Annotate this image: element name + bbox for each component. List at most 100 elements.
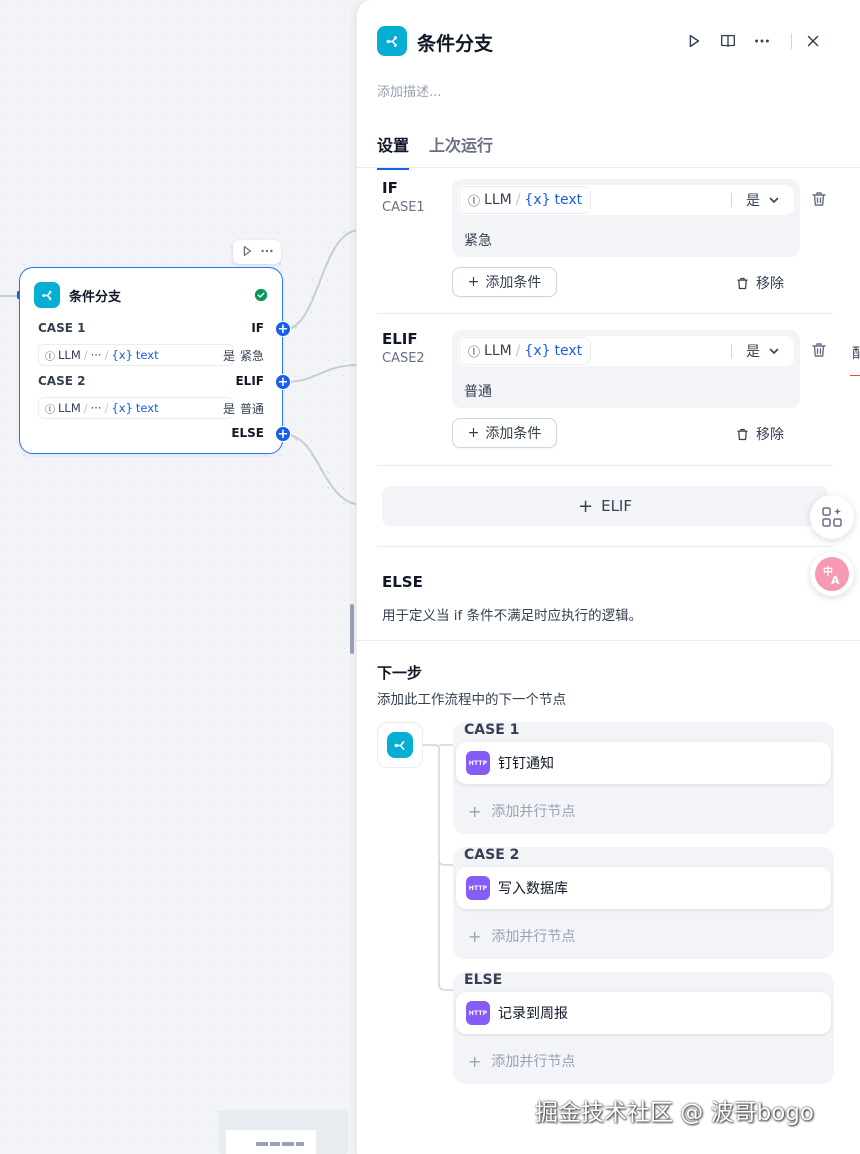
variable-icon: {x} bbox=[111, 348, 133, 362]
next-step-description: 添加此工作流程中的下一个节点 bbox=[377, 692, 566, 708]
add-parallel-node-button[interactable]: + 添加并行节点 bbox=[456, 792, 831, 830]
trash-icon[interactable] bbox=[810, 190, 828, 208]
variable-icon: {x} bbox=[111, 401, 133, 415]
path-separator: / bbox=[104, 401, 109, 415]
else-output-handle[interactable]: + bbox=[275, 426, 291, 442]
add-condition-button[interactable]: + 添加条件 bbox=[452, 267, 557, 297]
section-divider bbox=[377, 313, 833, 314]
cut-off-line bbox=[850, 375, 860, 376]
variable-icon: {x} bbox=[524, 343, 551, 359]
if-else-node[interactable]: 条件分支 CASE 1 IF ⓛ LLM / ··· / {x} text 是 … bbox=[19, 267, 291, 454]
play-icon[interactable] bbox=[240, 243, 254, 262]
next-step-title: 下一步 bbox=[377, 664, 423, 682]
next-node-item[interactable]: HTTP 写入数据库 bbox=[456, 867, 831, 909]
branch-icon bbox=[387, 732, 413, 758]
branch-label: CASE 1 bbox=[464, 722, 520, 738]
variable-selector[interactable]: ⓛ LLM / {x} text bbox=[460, 338, 591, 364]
condition-value-input[interactable]: 紧急 bbox=[464, 230, 492, 250]
plus-icon: + bbox=[468, 926, 482, 946]
section-divider bbox=[357, 640, 860, 641]
node-case-tag: ELIF bbox=[235, 374, 264, 388]
path-separator: / bbox=[104, 348, 109, 362]
remove-label: 移除 bbox=[756, 427, 784, 443]
add-parallel-label: 添加并行节点 bbox=[491, 929, 576, 945]
trash-icon[interactable] bbox=[810, 341, 828, 359]
condition-row: ⓛ LLM / {x} text 是 bbox=[458, 185, 794, 215]
add-condition-button[interactable]: + 添加条件 bbox=[452, 418, 557, 448]
description-input[interactable]: 添加描述... bbox=[377, 81, 441, 100]
variable-icon: {x} bbox=[524, 192, 551, 208]
node-title: 条件分支 bbox=[69, 289, 122, 305]
remove-case-button[interactable]: 移除 bbox=[735, 424, 784, 444]
http-icon: HTTP bbox=[466, 751, 490, 775]
condition-value-input[interactable]: 普通 bbox=[464, 381, 492, 401]
variable-selector[interactable]: ⓛ LLM / {x} text bbox=[460, 187, 591, 213]
translate-button[interactable]: 中 A bbox=[810, 552, 854, 596]
if-output-handle[interactable]: + bbox=[275, 321, 291, 337]
operator-select[interactable]: 是 bbox=[732, 341, 794, 361]
llm-icon: ⓛ bbox=[45, 404, 55, 416]
case-sub-label: CASE2 bbox=[382, 351, 425, 366]
book-icon[interactable] bbox=[711, 30, 745, 52]
more-icon[interactable] bbox=[745, 30, 779, 52]
minimap[interactable] bbox=[218, 1110, 348, 1154]
plus-icon: + bbox=[467, 425, 480, 441]
section-divider bbox=[377, 546, 833, 547]
header-divider bbox=[791, 33, 792, 49]
branch-case-1: CASE 1 HTTP 钉钉通知 + 添加并行节点 bbox=[453, 722, 834, 834]
operator-select[interactable]: 是 bbox=[732, 190, 794, 210]
apps-sparkle-button[interactable] bbox=[810, 495, 854, 539]
branch-icon bbox=[34, 282, 60, 308]
remove-case-button[interactable]: 移除 bbox=[735, 273, 784, 293]
close-icon[interactable] bbox=[796, 30, 830, 52]
panel-title[interactable]: 条件分支 bbox=[417, 29, 493, 56]
add-elif-button[interactable]: + ELIF bbox=[382, 486, 828, 526]
add-condition-label: 添加条件 bbox=[485, 426, 542, 442]
next-node-item[interactable]: HTTP 记录到周报 bbox=[456, 992, 831, 1034]
node-else-tag: ELSE bbox=[231, 426, 264, 440]
panel-actions bbox=[677, 30, 830, 52]
tab-settings[interactable]: 设置 bbox=[377, 132, 410, 170]
add-parallel-node-button[interactable]: + 添加并行节点 bbox=[456, 1042, 831, 1080]
panel-resize-handle[interactable] bbox=[350, 604, 354, 654]
add-parallel-label: 添加并行节点 bbox=[491, 804, 576, 820]
next-node-item[interactable]: HTTP 钉钉通知 bbox=[456, 742, 831, 784]
apps-sparkle-icon bbox=[822, 507, 842, 527]
condition-operator: 是 bbox=[222, 402, 235, 416]
add-parallel-node-button[interactable]: + 添加并行节点 bbox=[456, 917, 831, 955]
tab-last-run[interactable]: 上次运行 bbox=[429, 132, 493, 170]
case-keyword: IF bbox=[382, 179, 398, 197]
path-separator: / bbox=[83, 348, 88, 362]
elif-output-handle[interactable]: + bbox=[275, 374, 291, 390]
success-check-icon bbox=[254, 288, 268, 302]
node-header: 条件分支 bbox=[34, 282, 268, 308]
node-condition: ⓛ LLM / ··· / {x} text bbox=[38, 397, 234, 419]
condition-box: ⓛ LLM / {x} text 是 普通 bbox=[452, 330, 800, 408]
add-condition-label: 添加条件 bbox=[485, 275, 542, 291]
next-node-name: 写入数据库 bbox=[498, 881, 568, 897]
operator-label: 是 bbox=[746, 193, 760, 209]
condition-box: ⓛ LLM / {x} text 是 紧急 bbox=[452, 179, 800, 257]
node-condition-value: 是 普通 bbox=[223, 400, 264, 417]
condition-var-name: text bbox=[554, 343, 583, 359]
operator-label: 是 bbox=[746, 344, 760, 360]
llm-icon: ⓛ bbox=[468, 193, 481, 208]
play-icon[interactable] bbox=[677, 30, 711, 52]
node-settings-panel: 条件分支 添加描述... 设置 上次运行 IF CASE1 ⓛ LLM / {x… bbox=[356, 0, 860, 1154]
node-case-tag: IF bbox=[251, 321, 264, 335]
case-sub-label: CASE1 bbox=[382, 200, 425, 215]
condition-var-name: text bbox=[135, 348, 159, 362]
path-separator: / bbox=[515, 192, 521, 208]
else-title: ELSE bbox=[382, 573, 423, 591]
translate-icon: 中 A bbox=[815, 557, 849, 591]
branch-else: ELSE HTTP 记录到周报 + 添加并行节点 bbox=[453, 972, 834, 1084]
condition-operator: 是 bbox=[222, 349, 235, 363]
trash-icon bbox=[737, 277, 748, 289]
condition-var-node: LLM bbox=[484, 192, 512, 208]
section-divider bbox=[377, 465, 833, 466]
http-icon: HTTP bbox=[466, 1001, 490, 1025]
condition-var-name: text bbox=[135, 401, 159, 415]
tabs-divider bbox=[357, 167, 860, 168]
more-icon[interactable] bbox=[260, 243, 274, 262]
condition-var-node: LLM bbox=[58, 348, 81, 362]
